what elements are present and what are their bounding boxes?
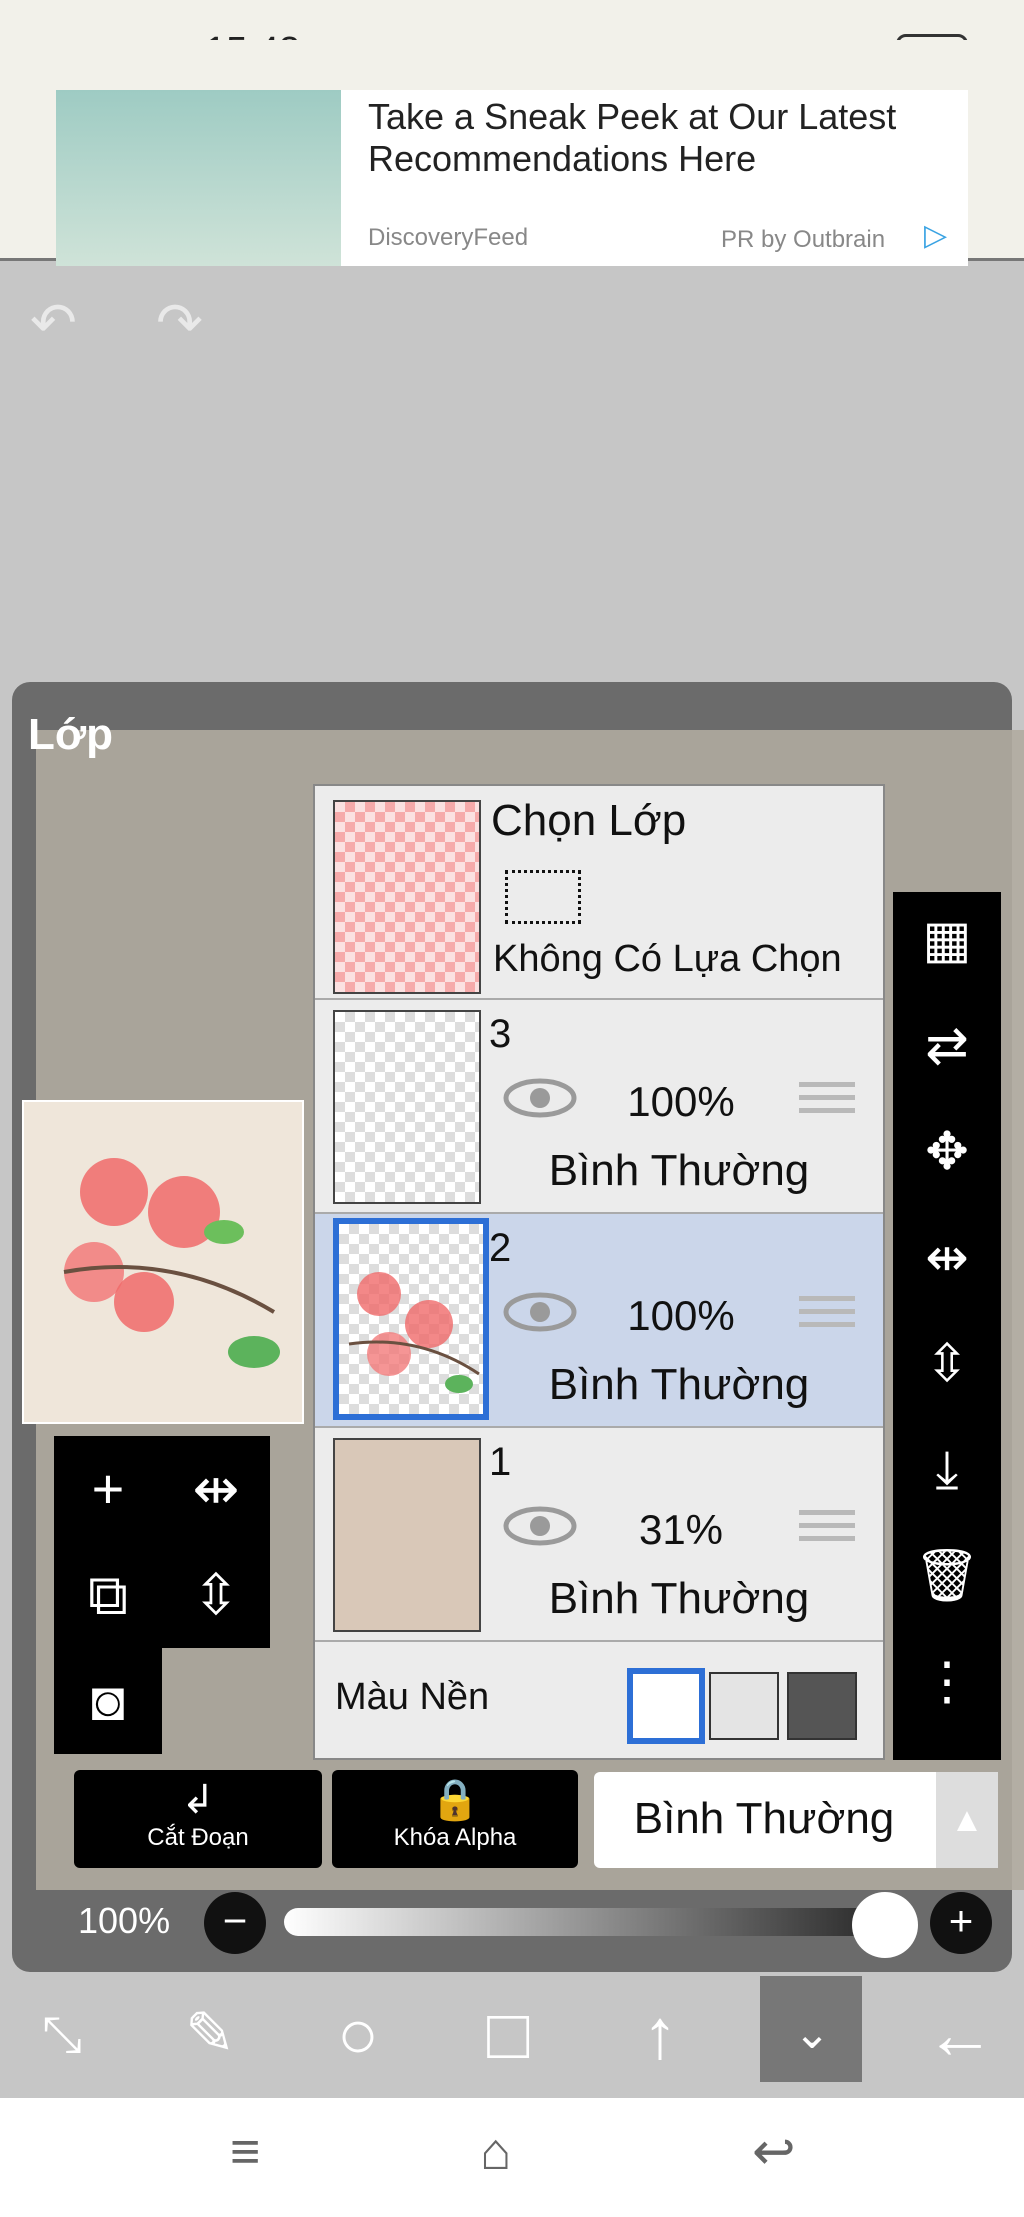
caret-up-icon[interactable]: ▲ xyxy=(936,1772,998,1868)
opacity-increase-button[interactable]: + xyxy=(930,1892,992,1954)
ad-source: DiscoveryFeed xyxy=(368,224,529,251)
opacity-decrease-button[interactable]: − xyxy=(204,1892,266,1954)
back-arrow-icon[interactable]: ← xyxy=(910,1984,1010,2084)
flip-vertical-icon[interactable]: ⇳ xyxy=(162,1542,270,1648)
ad-image[interactable] xyxy=(56,90,341,266)
background-color-row: Màu Nền xyxy=(315,1644,883,1756)
clip-label: Cắt Đoạn xyxy=(147,1824,249,1851)
background-white-swatch[interactable] xyxy=(627,1668,705,1744)
alpha-lock-button[interactable]: 🔒 Khóa Alpha xyxy=(332,1770,578,1868)
merge-down-icon[interactable]: ⤓ xyxy=(893,1422,1001,1518)
flip-vertical-icon[interactable]: ⇳ xyxy=(893,1316,1001,1412)
menu-icon[interactable]: ≡ xyxy=(230,2122,260,2182)
panel-title: Lớp xyxy=(28,710,114,759)
layer-row[interactable]: 3 100% Bình Thường xyxy=(315,1000,883,1214)
trash-icon[interactable]: 🗑 xyxy=(893,1528,1001,1624)
clip-button[interactable]: ↲ Cắt Đoạn xyxy=(74,1770,322,1868)
chevron-down-icon[interactable]: ⌄ xyxy=(762,1984,862,2084)
selection-thumbnail xyxy=(333,800,481,994)
background-label: Màu Nền xyxy=(335,1676,490,1718)
right-toolbar: ▦ ⇄ ✥ ⇹ ⇳ ⤓ 🗑 ⋮ xyxy=(893,892,1001,1760)
alpha-lock-label: Khóa Alpha xyxy=(393,1824,517,1851)
left-toolbar: + ⇹ ⧉ ⇳ ◙ xyxy=(54,1436,270,1756)
swap-icon[interactable]: ⇄ xyxy=(893,998,1001,1094)
camera-icon[interactable]: ◙ xyxy=(54,1648,162,1754)
layer-thumbnail xyxy=(333,1010,481,1204)
flip-horizontal-icon[interactable]: ⇹ xyxy=(893,1210,1001,1306)
duplicate-icon[interactable]: ⧉ xyxy=(54,1542,162,1648)
ad-title[interactable]: Take a Sneak Peek at Our Latest Recommen… xyxy=(368,96,958,180)
transparency-icon[interactable]: ▦ xyxy=(893,892,1001,988)
opacity-value: 100% xyxy=(78,1900,171,1941)
arrow-up-icon[interactable]: ↑ xyxy=(610,1984,710,2084)
layer-thumbnail xyxy=(333,1438,481,1632)
eye-icon[interactable] xyxy=(503,1078,577,1118)
undo-icon[interactable]: ↶ xyxy=(30,290,77,356)
ad-pr-label[interactable]: PR by Outbrain xyxy=(721,226,885,254)
layer-opacity: 100% xyxy=(627,1292,735,1339)
layer-number: 1 xyxy=(489,1440,512,1484)
brush-icon[interactable]: ✎ xyxy=(160,1984,260,2084)
back-icon[interactable]: ↩ xyxy=(752,2122,796,2182)
drag-handle-icon[interactable] xyxy=(799,1082,855,1116)
layer-blend-mode: Bình Thường xyxy=(548,1574,810,1623)
background-transparent-swatch[interactable] xyxy=(709,1672,779,1740)
transform-icon[interactable]: ⤡ xyxy=(12,1984,112,2084)
layer-thumbnail xyxy=(333,1218,489,1420)
selection-title: Chọn Lớp xyxy=(491,796,687,845)
layer-list: Chọn Lớp Không Có Lựa Chọn 3 100% Bình T… xyxy=(313,784,885,1760)
layer-number: 2 xyxy=(489,1226,512,1270)
layer-blend-mode: Bình Thường xyxy=(548,1360,810,1409)
lock-icon: 🔒 xyxy=(430,1778,480,1822)
blend-mode-select[interactable]: Bình Thường ▲ xyxy=(594,1772,998,1868)
redo-icon[interactable]: ↷ xyxy=(156,290,203,356)
layer-row-selected[interactable]: 2 100% Bình Thường xyxy=(315,1214,883,1428)
navigation-bar xyxy=(0,2098,1024,2217)
eye-icon[interactable] xyxy=(503,1292,577,1332)
drag-handle-icon[interactable] xyxy=(799,1296,855,1330)
layer-row[interactable]: 1 31% Bình Thường xyxy=(315,1428,883,1642)
layer-number: 3 xyxy=(489,1012,512,1056)
ad-card[interactable]: Take a Sneak Peek at Our Latest Recommen… xyxy=(56,90,968,266)
add-layer-icon[interactable]: + xyxy=(54,1436,162,1542)
more-icon[interactable]: ⋮ xyxy=(893,1634,1001,1730)
selection-layer-row[interactable]: Chọn Lớp Không Có Lựa Chọn xyxy=(315,786,883,1000)
canvas-preview xyxy=(22,1100,304,1424)
circle-icon[interactable]: ○ xyxy=(308,1984,408,2084)
flip-icon[interactable]: ⇹ xyxy=(162,1436,270,1542)
layer-opacity: 100% xyxy=(627,1078,735,1125)
opacity-slider-knob[interactable] xyxy=(852,1892,918,1958)
layer-blend-mode: Bình Thường xyxy=(548,1146,810,1195)
opacity-slider[interactable] xyxy=(284,1908,902,1936)
layer-opacity: 31% xyxy=(638,1506,724,1553)
clip-icon: ↲ xyxy=(181,1778,215,1822)
home-icon[interactable]: ⌂ xyxy=(480,2122,511,2182)
ad-banner[interactable]: Take a Sneak Peek at Our Latest Recommen… xyxy=(0,40,1024,266)
selection-marquee-icon xyxy=(505,870,581,924)
background-dark-swatch[interactable] xyxy=(787,1672,857,1740)
move-icon[interactable]: ✥ xyxy=(893,1104,1001,1200)
eye-icon[interactable] xyxy=(503,1506,577,1546)
drag-handle-icon[interactable] xyxy=(799,1510,855,1544)
blend-mode-value: Bình Thường xyxy=(633,1794,895,1843)
square-icon[interactable]: □ xyxy=(458,1984,558,2084)
selection-subtitle: Không Có Lựa Chọn xyxy=(493,938,842,980)
adchoices-icon[interactable]: ▷ xyxy=(924,218,947,253)
